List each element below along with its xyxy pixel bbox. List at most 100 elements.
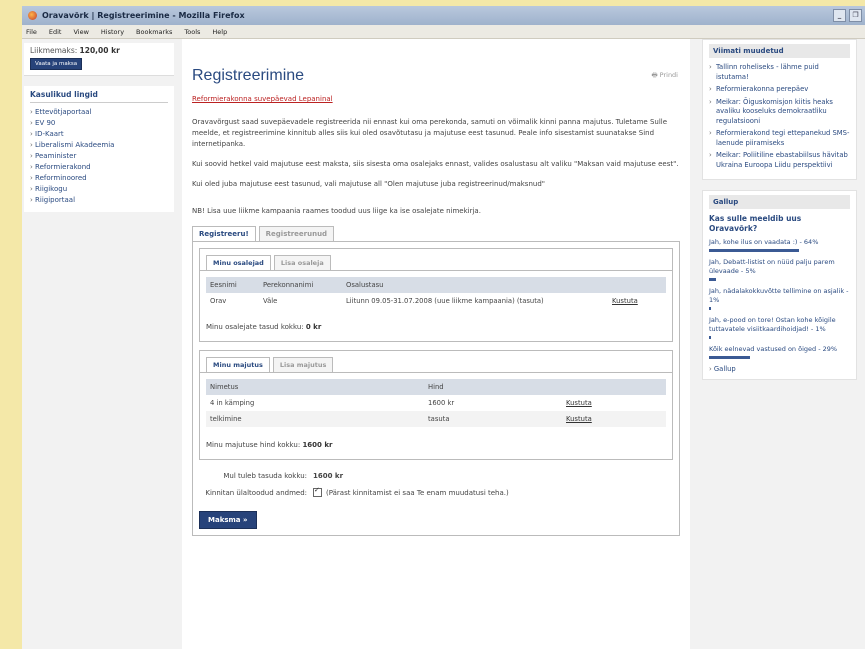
- accommodation-table: Nimetus Hind 4 in kämping 1600 kr Kustut…: [206, 379, 666, 427]
- recent-item[interactable]: Reformierakonna perepäev: [709, 85, 850, 95]
- view-and-pay-button[interactable]: Vaata ja maksa: [30, 58, 83, 70]
- tab-minu-majutus[interactable]: Minu majutus: [206, 357, 270, 372]
- poll-option: Jah, kohe ilus on vaadata :) - 64%: [709, 238, 819, 246]
- poll-link[interactable]: Gallup: [709, 365, 850, 373]
- participant-first-name: Orav: [210, 297, 227, 305]
- col-actions: [562, 379, 666, 395]
- menu-tools[interactable]: Tools: [184, 28, 200, 36]
- page-content: Liikmemaks: 120,00 kr Vaata ja maksa Kas…: [22, 39, 865, 649]
- menu-edit[interactable]: Edit: [49, 28, 62, 36]
- menu-help[interactable]: Help: [212, 28, 227, 36]
- left-sidebar: Liikmemaks: 120,00 kr Vaata ja maksa Kas…: [24, 43, 174, 212]
- participant-fee: Liitunn 09.05-31.07.2008 (uue liikme kam…: [346, 297, 544, 305]
- link-peaminister[interactable]: Peaminister: [30, 151, 168, 162]
- accommodation-total-label: Minu majutuse hind kokku:: [206, 441, 301, 449]
- page-title: Registreerimine: [192, 67, 305, 84]
- window-title: Oravavõrk | Registreerimine - Mozilla Fi…: [42, 11, 245, 20]
- col-actions: [608, 277, 666, 293]
- menu-file[interactable]: File: [26, 28, 37, 36]
- firefox-icon: [28, 11, 37, 20]
- col-osalustasu: Osalustasu: [342, 277, 608, 293]
- link-reformierakond[interactable]: Reformierakond: [30, 162, 168, 173]
- restore-button[interactable]: ❐: [849, 9, 862, 22]
- main-tabs: Registreeru! Registreerunud: [192, 226, 680, 241]
- menu-bookmarks[interactable]: Bookmarks: [136, 28, 172, 36]
- participants-panel: Minu osalejad Lisa osaleja Eesnimi Perek…: [199, 248, 673, 342]
- event-link[interactable]: Reformierakonna suvepäevad Lepaninal: [192, 95, 680, 103]
- poll-result-bar: [709, 336, 711, 339]
- confirm-checkbox[interactable]: [313, 486, 322, 497]
- col-nimetus: Nimetus: [206, 379, 424, 395]
- link-ettevotjaportaal[interactable]: Ettevõtjaportaal: [30, 107, 168, 118]
- pay-button[interactable]: Maksma »: [199, 511, 257, 529]
- col-eesnimi: Eesnimi: [206, 277, 259, 293]
- confirm-note: (Pärast kinnitamist ei saa Te enam muuda…: [326, 488, 509, 497]
- link-reforminoored[interactable]: Reforminoored: [30, 173, 168, 184]
- tab-lisa-majutus[interactable]: Lisa majutus: [272, 357, 334, 372]
- recent-changes-box: Viimati muudetud Tallinn roheliseks - lä…: [702, 39, 857, 180]
- recent-item[interactable]: Meikar: Õiguskomisjon kiitis heaks avali…: [709, 98, 850, 127]
- poll-title: Gallup: [709, 195, 850, 209]
- col-perekonnanimi: Perekonnanimi: [259, 277, 342, 293]
- print-label: Prindi: [659, 71, 678, 79]
- minimize-button[interactable]: _: [833, 9, 846, 22]
- title-bar: Oravavõrk | Registreerimine - Mozilla Fi…: [22, 6, 865, 25]
- accommodation-price: 1600 kr: [428, 399, 455, 407]
- print-icon: 🖶: [651, 71, 660, 79]
- participant-last-name: Väle: [263, 297, 278, 305]
- registration-panel: Minu osalejad Lisa osaleja Eesnimi Perek…: [192, 241, 680, 536]
- link-ev90[interactable]: EV 90: [30, 118, 168, 129]
- tab-lisa-osaleja[interactable]: Lisa osaleja: [273, 255, 331, 270]
- link-liberalismi-akadeemia[interactable]: Liberalismi Akadeemia: [30, 140, 168, 151]
- recent-item[interactable]: Tallinn roheliseks - lähme puid istutama…: [709, 63, 850, 82]
- poll-option: Jah, Debatt-listist on nüüd palju parem …: [709, 258, 835, 275]
- accommodation-name: 4 in kämping: [210, 399, 255, 407]
- delete-accommodation-link[interactable]: Kustuta: [566, 415, 592, 423]
- delete-participant-link[interactable]: Kustuta: [612, 297, 638, 305]
- recent-item[interactable]: Reformierakond tegi ettepanekud SMS-laen…: [709, 129, 850, 148]
- menu-view[interactable]: View: [73, 28, 88, 36]
- link-riigikogu[interactable]: Riigikogu: [30, 184, 168, 195]
- poll-option: Jah, nädalakokkuvõtte tellimine on asjal…: [709, 287, 849, 304]
- membership-fee-box: Liikmemaks: 120,00 kr Vaata ja maksa: [24, 43, 174, 76]
- right-sidebar: Viimati muudetud Tallinn roheliseks - lä…: [702, 39, 857, 390]
- tab-registreeru[interactable]: Registreeru!: [192, 226, 256, 241]
- main-content: Registreerimine 🖶 Prindi Reformierakonna…: [182, 39, 690, 649]
- tab-minu-osalejad[interactable]: Minu osalejad: [206, 255, 271, 270]
- info-paragraph-3: Kui oled juba majutuse eest tasunud, val…: [192, 180, 545, 188]
- col-hind: Hind: [424, 379, 562, 395]
- fee-label: Liikmemaks:: [30, 46, 78, 55]
- menu-history[interactable]: History: [101, 28, 124, 36]
- pay-total-value: 1600 kr: [313, 472, 344, 480]
- poll-result-bar: [709, 249, 799, 252]
- print-link[interactable]: 🖶 Prindi: [651, 71, 678, 82]
- delete-accommodation-link[interactable]: Kustuta: [566, 399, 592, 407]
- poll-question: Kas sulle meeldib uus Oravavõrk?: [709, 214, 802, 233]
- accommodation-panel: Minu majutus Lisa majutus Nimetus Hind 4…: [199, 350, 673, 460]
- accommodation-price: tasuta: [424, 411, 562, 427]
- accommodation-total-value: 1600 kr: [302, 441, 333, 449]
- menu-bar: File Edit View History Bookmarks Tools H…: [22, 25, 865, 39]
- link-id-kaart[interactable]: ID-Kaart: [30, 129, 168, 140]
- recent-item[interactable]: Meikar: Poliitiline ebastabiilsus hävita…: [709, 151, 850, 170]
- tab-registreerunud[interactable]: Registreerunud: [258, 226, 335, 241]
- participants-table: Eesnimi Perekonnanimi Osalustasu Orav Vä…: [206, 277, 666, 309]
- useful-links-title: Kasulikud lingid: [30, 90, 168, 103]
- intro-paragraph: Oravavõrgust saad suvepäevadele registre…: [192, 118, 668, 148]
- poll-option: Jah, e-pood on tore! Ostan kohe kõigile …: [709, 316, 836, 333]
- poll-result-bar: [709, 356, 750, 359]
- poll-result-bar: [709, 307, 711, 310]
- poll-option: Kõik eelnevad vastused on õiged - 29%: [709, 345, 838, 353]
- poll-result-bar: [709, 278, 716, 281]
- table-row: Orav Väle Liitunn 09.05-31.07.2008 (uue …: [206, 293, 666, 309]
- payment-summary: Mul tuleb tasuda kokku: 1600 kr Kinnitan…: [199, 472, 673, 497]
- pay-total-label: Mul tuleb tasuda kokku:: [223, 472, 307, 480]
- poll-options: Jah, kohe ilus on vaadata :) - 64% Jah, D…: [709, 238, 850, 359]
- participants-total-label: Minu osalejate tasud kokku:: [206, 323, 304, 331]
- link-riigiportaal[interactable]: Riigiportaal: [30, 195, 168, 206]
- participants-total-value: 0 kr: [305, 323, 322, 331]
- fee-amount: 120,00 kr: [79, 46, 120, 55]
- confirm-label: Kinnitan ülaltoodud andmed:: [205, 488, 307, 497]
- note-paragraph: NB! Lisa uue liikme kampaania raames too…: [192, 207, 481, 215]
- accommodation-name: telkimine: [206, 411, 424, 427]
